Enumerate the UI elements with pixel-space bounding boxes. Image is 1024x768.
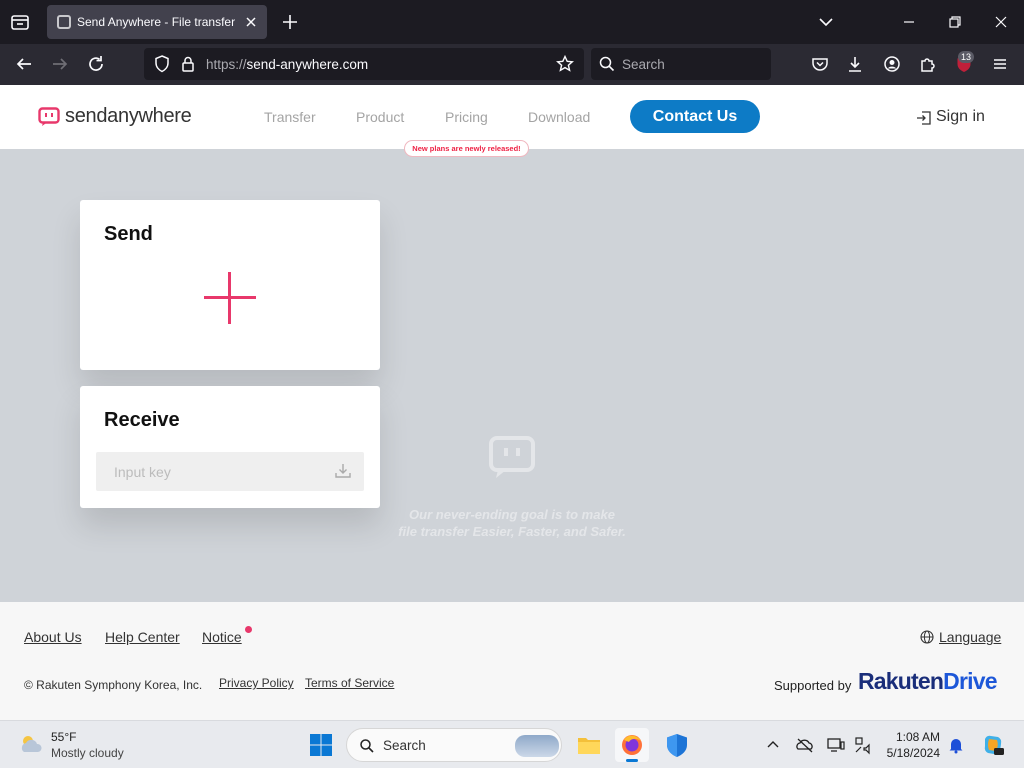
- windows-start-icon[interactable]: [309, 733, 333, 757]
- chevron-down-icon[interactable]: [814, 10, 838, 34]
- contact-us-button[interactable]: Contact Us: [630, 100, 760, 133]
- minimize-icon[interactable]: [897, 10, 921, 34]
- search-highlight-image-icon: [515, 735, 559, 757]
- nav-transfer[interactable]: Transfer: [264, 109, 316, 125]
- taskbar-search-label: Search: [383, 738, 426, 753]
- notice-link[interactable]: Notice: [202, 629, 242, 645]
- back-arrow-icon[interactable]: [12, 52, 36, 76]
- address-bar[interactable]: https://send-anywhere.com: [144, 48, 584, 80]
- clock-time: 1:08 AM: [895, 730, 940, 744]
- notification-bell-icon[interactable]: [946, 735, 966, 755]
- browser-tab-strip: Send Anywhere - File transfer: [0, 0, 1024, 44]
- globe-icon: [920, 630, 934, 644]
- tagline-line-1: Our never-ending goal is to make: [409, 507, 615, 522]
- terms-of-service-link[interactable]: Terms of Service: [305, 676, 394, 690]
- reload-icon[interactable]: [84, 52, 108, 76]
- supported-by-text: Supported by: [774, 678, 852, 693]
- clock-date: 5/18/2024: [886, 746, 940, 760]
- close-window-icon[interactable]: [989, 10, 1013, 34]
- windows-security-icon[interactable]: [660, 728, 694, 762]
- tab-title: Send Anywhere - File transfer: [77, 15, 236, 29]
- taskbar-search-box[interactable]: Search: [346, 728, 562, 762]
- site-footer: About Us Help Center Notice Language © R…: [0, 602, 1024, 720]
- rakuten-wordmark: Rakuten: [858, 668, 944, 694]
- onedrive-offline-icon[interactable]: [795, 735, 815, 755]
- weather-temperature[interactable]: 55°F: [51, 730, 76, 744]
- bookmark-star-icon[interactable]: [553, 52, 577, 76]
- url-host: send-anywhere.com: [246, 57, 369, 72]
- cloudy-weather-icon[interactable]: [18, 733, 44, 755]
- display-icon[interactable]: [826, 735, 846, 755]
- browser-search-box[interactable]: Search: [591, 48, 771, 80]
- menu-hamburger-icon[interactable]: [988, 52, 1012, 76]
- sendanywhere-logo-icon: [38, 107, 60, 127]
- active-app-indicator: [626, 759, 638, 762]
- logo-wordmark: sendanywhere: [65, 105, 192, 127]
- close-tab-icon[interactable]: [241, 12, 261, 32]
- weather-condition[interactable]: Mostly cloudy: [51, 746, 124, 760]
- receive-download-icon[interactable]: [334, 462, 352, 480]
- sign-in-label: Sign in: [936, 108, 985, 125]
- send-card: Send: [80, 200, 380, 370]
- new-tab-icon[interactable]: [278, 10, 302, 34]
- lock-icon[interactable]: [176, 52, 200, 76]
- help-center-link[interactable]: Help Center: [105, 629, 180, 645]
- notice-dot-badge: [245, 626, 252, 633]
- shield-icon[interactable]: [150, 52, 174, 76]
- receive-card: Receive: [80, 386, 380, 508]
- nav-download[interactable]: Download: [528, 109, 590, 125]
- rakuten-drive-logo[interactable]: RakutenDrive: [858, 668, 997, 695]
- copilot-icon[interactable]: [981, 733, 1005, 757]
- forward-arrow-icon[interactable]: [48, 52, 72, 76]
- tagline: Our never-ending goal is to make file tr…: [340, 506, 684, 540]
- file-explorer-icon[interactable]: [572, 728, 606, 762]
- browser-toolbar: https://send-anywhere.com Search: [0, 44, 1024, 85]
- search-icon: [360, 739, 374, 753]
- language-label: Language: [939, 629, 1002, 645]
- account-icon[interactable]: [880, 52, 904, 76]
- input-key-field[interactable]: [96, 452, 364, 491]
- windows-taskbar: 55°F Mostly cloudy Search 1:08 AM 5/18/2…: [0, 720, 1024, 768]
- sendanywhere-hero-icon: [488, 432, 536, 480]
- url-text[interactable]: https://send-anywhere.com: [206, 57, 368, 72]
- sign-in-icon: [917, 111, 931, 125]
- nav-product[interactable]: Product: [356, 109, 404, 125]
- browser-search-placeholder: Search: [622, 57, 665, 72]
- network-speaker-icon[interactable]: [853, 735, 873, 755]
- pocket-icon[interactable]: [808, 52, 832, 76]
- about-us-link[interactable]: About Us: [24, 629, 82, 645]
- extensions-puzzle-icon[interactable]: [916, 52, 940, 76]
- tagline-line-2: file transfer Easier, Faster, and Safer.: [398, 524, 626, 539]
- browser-tab-active[interactable]: Send Anywhere - File transfer: [47, 5, 267, 39]
- tab-list-icon[interactable]: [8, 10, 32, 34]
- nav-pricing[interactable]: Pricing: [445, 109, 488, 125]
- add-file-plus-icon[interactable]: [204, 272, 256, 324]
- send-title: Send: [104, 223, 153, 245]
- privacy-policy-link[interactable]: Privacy Policy: [219, 676, 294, 690]
- site-favicon-icon: [57, 15, 71, 29]
- receive-title: Receive: [104, 409, 180, 431]
- chevron-up-icon[interactable]: [763, 735, 783, 755]
- restore-icon[interactable]: [943, 10, 967, 34]
- copyright-text: © Rakuten Symphony Korea, Inc.: [24, 678, 203, 692]
- url-protocol: https://: [206, 57, 247, 72]
- firefox-icon[interactable]: [615, 728, 649, 762]
- download-icon[interactable]: [843, 52, 867, 76]
- search-icon: [597, 54, 617, 79]
- system-clock[interactable]: 1:08 AM 5/18/2024: [884, 729, 940, 761]
- extension-count-badge: 13: [958, 51, 975, 63]
- new-plans-badge: New plans are newly released!: [404, 140, 529, 157]
- drive-wordmark: Drive: [943, 668, 997, 694]
